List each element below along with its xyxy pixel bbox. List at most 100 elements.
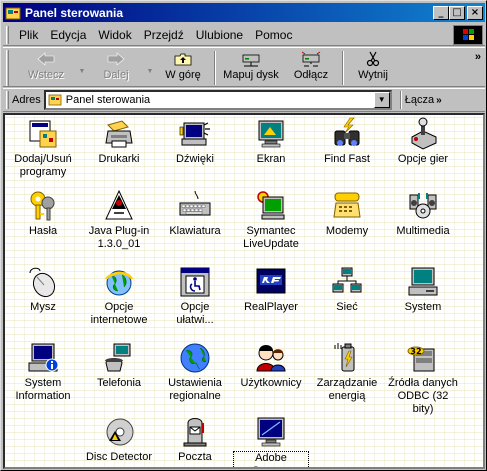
cut-button[interactable]: Wytnij (347, 48, 399, 86)
item-label: Adobe Gamma (233, 451, 309, 467)
item-label: Użytkownicy (240, 377, 302, 389)
item-system-information[interactable]: System Information (5, 341, 81, 403)
toolbar-separator (214, 51, 216, 85)
item-multimedia[interactable]: Multimedia (385, 189, 461, 238)
game-controllers-icon (411, 117, 437, 150)
item-label: Klawiatura (169, 225, 221, 237)
minimize-button[interactable]: _ (433, 5, 449, 20)
back-label: Wstecz (27, 69, 65, 81)
links-button[interactable]: Łącza (405, 94, 434, 106)
menu-pomoc[interactable]: Pomoc (249, 28, 298, 42)
icon-view[interactable]: Dodaj/Usuń programy Drukarki Dźwięki Ekr… (3, 113, 485, 469)
item-printers[interactable]: Drukarki (81, 117, 157, 166)
item-internet-options[interactable]: Opcje internetowe (81, 265, 157, 327)
mouse-icon (29, 267, 56, 298)
scissors-icon (366, 51, 380, 67)
internet-options-icon (105, 270, 134, 296)
item-game-controllers[interactable]: Opcje gier (385, 117, 461, 166)
item-java-plugin[interactable]: Java Plug-in 1.3.0_01 (81, 189, 157, 251)
map-network-drive-icon (242, 54, 260, 67)
item-modems[interactable]: Modemy (309, 189, 385, 238)
menu-edycja[interactable]: Edycja (44, 28, 92, 42)
address-grip[interactable] (6, 91, 9, 109)
odbc-icon: 32 (407, 346, 435, 372)
item-adobe-gamma[interactable]: Adobe Gamma (233, 415, 309, 467)
address-dropdown-icon[interactable]: ▼ (373, 92, 390, 108)
item-network[interactable]: Sieć (309, 265, 385, 314)
item-users[interactable]: Użytkownicy (233, 341, 309, 390)
title-bar[interactable]: Panel sterowania _ □ × (3, 3, 485, 22)
disconnect-drive-icon (301, 51, 321, 67)
accessibility-icon (180, 267, 210, 297)
toolbar-separator (342, 51, 344, 85)
toolbar-more-icon[interactable]: » (475, 51, 481, 63)
disconnect-button[interactable]: Odłącz (283, 48, 339, 86)
system-information-icon (28, 343, 59, 372)
sounds-icon (179, 122, 210, 146)
close-button[interactable]: × (467, 5, 483, 20)
item-label: Modemy (325, 225, 369, 237)
keyboard-icon (179, 190, 211, 216)
menu-bar: Plik Edycja Widok Przejdź Ulubione Pomoc (3, 24, 485, 46)
maximize-button[interactable]: □ (449, 5, 465, 20)
folder-up-icon (174, 53, 192, 66)
toolbar-grip[interactable] (6, 50, 9, 86)
users-icon (256, 345, 286, 372)
item-display[interactable]: Ekran (233, 117, 309, 166)
svg-text:32: 32 (410, 347, 421, 356)
item-label: Poczta (178, 451, 212, 463)
item-label: System Information (15, 377, 71, 402)
item-add-remove-programs[interactable]: Dodaj/Usuń programy (5, 117, 81, 179)
map-drive-button[interactable]: Mapuj dysk (219, 48, 283, 86)
item-label: Drukarki (98, 153, 140, 165)
mail-icon (183, 418, 207, 447)
menu-grip[interactable] (6, 25, 9, 44)
item-label: Opcje ułatwi... (176, 301, 214, 326)
item-liveupdate[interactable]: Symantec LiveUpdate (233, 189, 309, 251)
printers-icon (105, 120, 133, 148)
menu-ulubione[interactable]: Ulubione (190, 28, 249, 42)
item-sounds[interactable]: Dźwięki (157, 117, 233, 166)
back-dropdown-icon[interactable]: ▼ (77, 68, 87, 75)
telephony-icon (105, 343, 131, 372)
item-telephony[interactable]: Telefonia (81, 341, 157, 390)
forward-dropdown-icon[interactable]: ▼ (145, 68, 155, 75)
item-power-management[interactable]: Zarządzanie energią (309, 341, 385, 403)
item-label: Symantec LiveUpdate (243, 225, 299, 250)
address-input[interactable]: Panel sterowania ▼ (43, 90, 392, 110)
item-label: Telefonia (96, 377, 142, 389)
display-icon (258, 120, 284, 148)
item-label: Opcje gier (397, 153, 449, 165)
item-passwords[interactable]: Hasła (5, 189, 81, 238)
windows-logo-icon (453, 25, 483, 45)
links-more-icon[interactable]: » (436, 95, 442, 106)
standard-toolbar: Wstecz ▼ Dalej ▼ W górę Mapuj dysk Odłąc… (3, 47, 485, 87)
menu-przejdz[interactable]: Przejdź (138, 28, 190, 42)
item-find-fast[interactable]: Find Fast (309, 117, 385, 166)
add-remove-programs-icon (29, 120, 57, 148)
forward-button[interactable]: Dalej (87, 48, 145, 86)
menu-widok[interactable]: Widok (92, 28, 137, 42)
modem-icon (333, 192, 361, 218)
item-label: Dodaj/Usuń programy (14, 153, 72, 178)
disconnect-label: Odłącz (293, 69, 329, 81)
item-system[interactable]: System (385, 265, 461, 314)
item-disc-detector[interactable]: Disc Detector (81, 415, 157, 464)
back-button[interactable]: Wstecz (15, 48, 77, 86)
map-drive-label: Mapuj dysk (223, 69, 279, 81)
item-odbc[interactable]: 32 Źródła danych ODBC (32 bity) (385, 341, 461, 416)
item-accessibility[interactable]: Opcje ułatwi... (157, 265, 233, 327)
item-mouse[interactable]: Mysz (5, 265, 81, 314)
address-value: Panel sterowania (65, 94, 151, 106)
item-mail[interactable]: Poczta (157, 415, 233, 464)
item-realplayer[interactable]: RealPlayer (233, 265, 309, 314)
item-regional-settings[interactable]: Ustawienia regionalne (157, 341, 233, 403)
item-label: RealPlayer (244, 301, 298, 313)
item-label: Multimedia (396, 225, 450, 237)
item-label: Disc Detector (85, 451, 153, 463)
menu-plik[interactable]: Plik (13, 28, 44, 42)
item-keyboard[interactable]: Klawiatura (157, 189, 233, 238)
up-button[interactable]: W górę (155, 48, 211, 86)
java-plugin-icon (105, 189, 133, 220)
cut-label: Wytnij (358, 69, 388, 81)
